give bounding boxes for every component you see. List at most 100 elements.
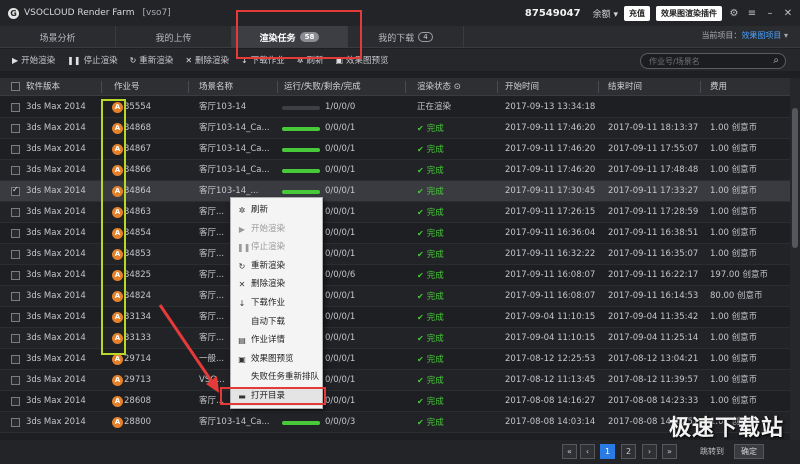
status-cell: ✔ 完成 <box>417 334 444 344</box>
task-table-header: 软件版本 作业号 场景名称 运行/失败/剩余/完成 渲染状态 ⊙ 开始时间 结束… <box>0 78 800 96</box>
check-circle-icon: ✔ <box>417 145 424 154</box>
row-checkbox[interactable] <box>11 103 20 112</box>
end-time-cell: 2017-09-11 17:55:07 <box>608 144 699 154</box>
account-id[interactable]: 87549047 <box>525 8 581 19</box>
goto-confirm-button[interactable]: 确定 <box>734 444 764 459</box>
scrollbar-thumb[interactable] <box>792 108 798 248</box>
row-checkbox[interactable] <box>11 376 20 385</box>
start-time-cell: 2017-09-04 11:10:15 <box>505 312 596 322</box>
task-counts-cell: 0/0/0/1 <box>325 375 356 385</box>
job-id-cell: 29713 <box>124 375 152 385</box>
last-page-button[interactable]: » <box>662 444 677 459</box>
plugin-button[interactable]: 效果图渲染插件 <box>656 5 722 21</box>
settings-icon[interactable]: ⚙ <box>728 8 740 19</box>
col-scene[interactable]: 场景名称 <box>199 78 233 96</box>
check-circle-icon: ✔ <box>417 271 424 280</box>
menu-item-download-job[interactable]: ↓ 下载作业 <box>231 295 322 313</box>
row-checkbox[interactable] <box>11 166 20 175</box>
col-start-time[interactable]: 开始时间 <box>505 78 539 96</box>
menu-item-requeue-failed[interactable]: 失败任务重新排队 <box>231 369 322 387</box>
col-progress[interactable]: 运行/失败/剩余/完成 <box>284 78 361 96</box>
row-checkbox[interactable] <box>11 397 20 406</box>
menu-item-refresh[interactable]: ✲ 刷新 <box>231 202 322 220</box>
cost-cell: 1.00 创意币 <box>710 144 758 154</box>
progress-fill <box>282 190 320 194</box>
scene-name-cell: 客厅103-14_Ca... <box>199 417 270 427</box>
start-time-cell: 2017-09-11 16:32:22 <box>505 249 596 259</box>
row-checkbox[interactable] <box>11 229 20 238</box>
start-time-cell: 2017-09-11 17:46:20 <box>505 123 596 133</box>
check-circle-icon: ✔ <box>417 187 424 196</box>
delete-icon: ✕ <box>185 55 193 65</box>
task-counts-cell: 1/0/0/0 <box>325 102 356 112</box>
col-status[interactable]: 渲染状态 ⊙ <box>417 78 461 96</box>
minimize-icon[interactable]: – <box>764 8 776 19</box>
table-row[interactable]: 3ds Max 2014 A 29713 VSO... 0/0/0/1 ✔ 完成 … <box>0 370 790 391</box>
end-time-cell: 2017-09-11 18:13:37 <box>608 123 699 133</box>
filter-icon[interactable]: ⊙ <box>454 82 461 92</box>
end-time-cell: 2017-09-11 17:33:27 <box>608 186 699 196</box>
col-software[interactable]: 软件版本 <box>26 78 60 96</box>
next-page-button[interactable]: › <box>642 444 657 459</box>
menu-item-preview[interactable]: ▣ 效果图预览 <box>231 351 322 369</box>
table-scrollbar[interactable] <box>790 78 800 440</box>
software-cell: 3ds Max 2014 <box>26 228 86 238</box>
menu-item-start-render[interactable]: ▶ 开始渲染 <box>231 221 322 239</box>
start-time-cell: 2017-09-13 13:34:18 <box>505 102 596 112</box>
row-checkbox[interactable] <box>11 250 20 259</box>
row-checkbox[interactable] <box>11 292 20 301</box>
project-dropdown[interactable]: 效果图项目 <box>741 31 781 40</box>
software-cell: 3ds Max 2014 <box>26 165 86 175</box>
job-id-cell: 33134 <box>124 312 152 322</box>
tab-scene-analysis[interactable]: 场景分析 <box>0 26 116 48</box>
status-cell: ✔ 完成 <box>417 124 444 134</box>
cost-cell: 1.00 创意币 <box>710 396 758 406</box>
search-icon[interactable]: ⌕ <box>773 55 779 66</box>
menu-item-job-details[interactable]: ▤ 作业详情 <box>231 332 322 350</box>
status-cell: ✔ 完成 <box>417 313 444 323</box>
tab-my-downloads[interactable]: 我的下载 4 <box>348 26 464 48</box>
task-counts-cell: 0/0/0/1 <box>325 186 356 196</box>
search-input[interactable] <box>641 56 761 66</box>
col-cost[interactable]: 费用 <box>710 78 727 96</box>
close-icon[interactable]: ✕ <box>782 8 794 19</box>
row-checkbox[interactable] <box>11 271 20 280</box>
menu-item-auto-download[interactable]: 自动下载 <box>231 314 322 332</box>
table-row[interactable]: 3ds Max 2014 A 28608 客厅... 0/0/0/1 ✔ 完成 2… <box>0 391 790 412</box>
goto-label: 跳转到 <box>700 447 724 456</box>
max-app-icon: A <box>112 375 123 386</box>
row-checkbox[interactable] <box>11 124 20 133</box>
job-id-cell: 28800 <box>124 417 152 427</box>
status-cell: ✔ 完成 <box>417 418 444 428</box>
balance-dropdown[interactable]: 余额 ▾ <box>593 7 618 20</box>
start-render-button[interactable]: ▶ 开始渲染 <box>12 54 55 67</box>
stop-render-button[interactable]: ❚❚ 停止渲染 <box>67 54 117 67</box>
first-page-button[interactable]: « <box>562 444 577 459</box>
page-2-button[interactable]: 2 <box>621 444 636 459</box>
select-all-checkbox[interactable] <box>11 82 20 91</box>
col-job[interactable]: 作业号 <box>114 78 140 96</box>
max-app-icon: A <box>112 417 123 428</box>
row-checkbox[interactable] <box>11 185 20 196</box>
menu-item-rerender[interactable]: ↻ 重新渲染 <box>231 258 322 276</box>
row-checkbox[interactable] <box>11 145 20 154</box>
page-1-button[interactable]: 1 <box>600 444 615 459</box>
rerender-button[interactable]: ↻ 重新渲染 <box>130 54 174 67</box>
row-checkbox[interactable] <box>11 334 20 343</box>
delete-render-button[interactable]: ✕ 删除渲染 <box>185 54 229 67</box>
row-checkbox[interactable] <box>11 313 20 322</box>
row-checkbox[interactable] <box>11 418 20 427</box>
row-checkbox[interactable] <box>11 208 20 217</box>
tab-my-uploads[interactable]: 我的上传 <box>116 26 232 48</box>
cost-cell: 1.00 创意币 <box>710 354 758 364</box>
menu-icon[interactable]: ≡ <box>746 8 758 19</box>
menu-item-delete-render[interactable]: ✕ 删除渲染 <box>231 276 322 294</box>
prev-page-button[interactable]: ‹ <box>580 444 595 459</box>
row-checkbox[interactable] <box>11 355 20 364</box>
end-time-cell: 2017-09-11 16:35:07 <box>608 249 699 259</box>
search-box[interactable]: ⌕ <box>640 53 786 69</box>
menu-item-stop-render[interactable]: ❚❚ 停止渲染 <box>231 239 322 257</box>
software-cell: 3ds Max 2014 <box>26 207 86 217</box>
recharge-button[interactable]: 充值 <box>624 5 650 21</box>
col-end-time[interactable]: 结束时间 <box>608 78 642 96</box>
